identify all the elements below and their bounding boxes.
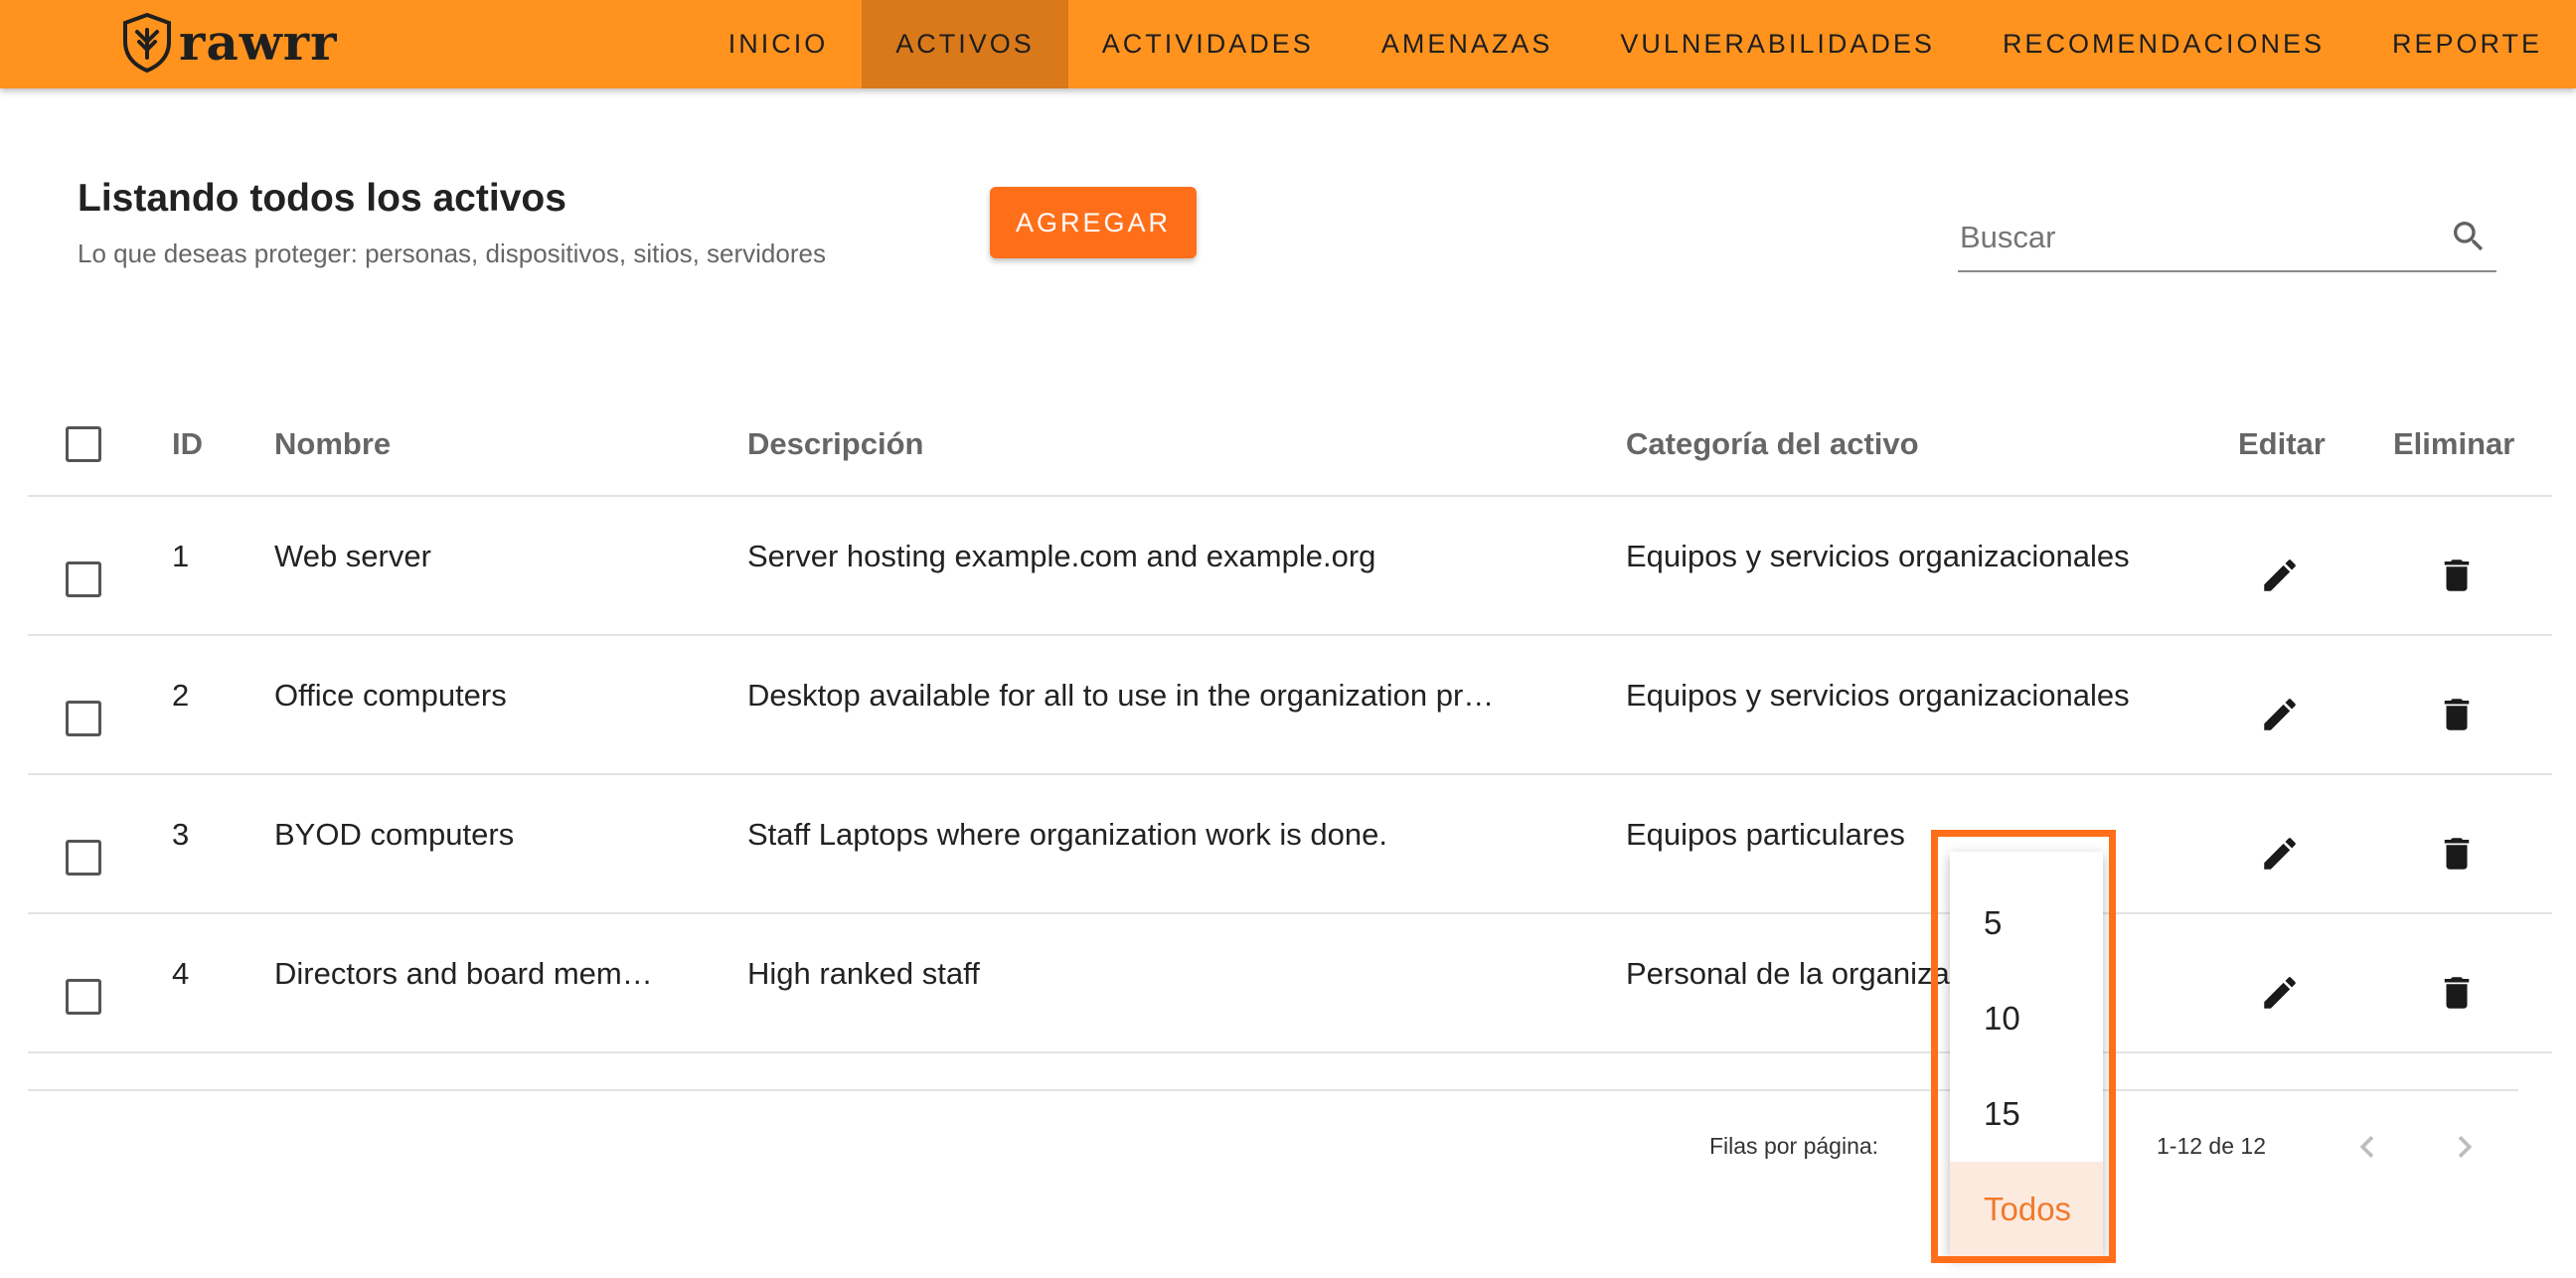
rows-per-page-label: Filas por página:	[1709, 1133, 1879, 1159]
edit-button[interactable]	[2250, 824, 2310, 883]
nav-item-actividades[interactable]: ACTIVIDADES	[1068, 0, 1348, 88]
select-all-cell	[66, 394, 105, 495]
menu-highlight-outline	[1931, 830, 2116, 1263]
footer-divider	[28, 1089, 2518, 1091]
row-name: BYOD computers	[274, 817, 515, 852]
search-icon[interactable]	[2449, 217, 2489, 256]
app-bar: rawrr INICIO ACTIVOS ACTIVIDADES AMENAZA…	[0, 0, 2576, 88]
delete-button[interactable]	[2427, 546, 2487, 605]
row-description: Desktop available for all to use in the …	[747, 678, 1495, 713]
row-name: Web server	[274, 539, 431, 573]
header-description[interactable]: Descripción	[747, 394, 923, 495]
row-category: Personal de la organiza	[1626, 956, 1950, 991]
row-description: High ranked staff	[747, 956, 980, 991]
page-title: Listando todos los activos	[78, 177, 566, 220]
row-description: Staff Laptops where organization work is…	[747, 817, 1387, 852]
row-id: 2	[172, 678, 190, 713]
trash-icon	[2444, 699, 2470, 730]
page-subtitle: Lo que deseas proteger: personas, dispos…	[78, 239, 826, 268]
header-category[interactable]: Categoría del activo	[1626, 394, 1919, 495]
edit-button[interactable]	[2250, 963, 2310, 1023]
trash-icon	[2444, 559, 2470, 591]
row-select-cell	[66, 775, 105, 926]
shield-logo-icon	[123, 12, 171, 74]
nav-item-amenazas[interactable]: AMENAZAS	[1348, 0, 1587, 88]
assets-table: ID Nombre Descripción Categoría del acti…	[28, 394, 2552, 1053]
nav-item-inicio[interactable]: INICIO	[695, 0, 863, 88]
delete-button[interactable]	[2427, 685, 2487, 744]
delete-cell	[2427, 636, 2487, 783]
row-select-cell	[66, 497, 105, 648]
pencil-icon	[2264, 977, 2296, 1009]
table-header-row: ID Nombre Descripción Categoría del acti…	[28, 394, 2552, 497]
row-id: 4	[172, 956, 190, 991]
header-id[interactable]: ID	[172, 394, 203, 495]
delete-cell	[2427, 497, 2487, 644]
chevron-right-icon[interactable]	[2443, 1125, 2487, 1169]
table-row: 1 Web server Server hosting example.com …	[28, 497, 2552, 636]
app-logo[interactable]: rawrr	[121, 10, 337, 76]
table-row: 4 Directors and board mem… High ranked s…	[28, 914, 2552, 1053]
trash-icon	[2444, 977, 2470, 1009]
row-name: Office computers	[274, 678, 507, 713]
header-delete: Eliminar	[2393, 426, 2515, 461]
delete-button[interactable]	[2427, 963, 2487, 1023]
row-checkbox[interactable]	[66, 561, 101, 597]
row-category: Equipos y servicios organizacionales	[1626, 678, 2130, 713]
table-row: 3 BYOD computers Staff Laptops where org…	[28, 775, 2552, 914]
row-id: 1	[172, 539, 190, 573]
edit-button[interactable]	[2250, 685, 2310, 744]
page-range-label: 1-12 de 12	[2157, 1133, 2266, 1159]
delete-button[interactable]	[2427, 824, 2487, 883]
edit-cell	[2250, 775, 2310, 922]
app-name: rawrr	[179, 13, 338, 72]
delete-cell	[2427, 914, 2487, 1061]
edit-cell	[2250, 914, 2310, 1061]
nav-item-recomendaciones[interactable]: RECOMENDACIONES	[1969, 0, 2358, 88]
search-field	[1958, 205, 2496, 272]
row-category: Equipos particulares	[1626, 817, 1905, 852]
row-select-cell	[66, 636, 105, 787]
table-row: 2 Office computers Desktop available for…	[28, 636, 2552, 775]
header-edit: Editar	[2238, 426, 2326, 461]
edit-button[interactable]	[2250, 546, 2310, 605]
pencil-icon	[2264, 838, 2296, 870]
edit-cell	[2250, 497, 2310, 644]
row-name: Directors and board mem…	[274, 956, 653, 991]
pencil-icon	[2264, 699, 2296, 730]
delete-cell	[2427, 775, 2487, 922]
row-checkbox[interactable]	[66, 701, 101, 736]
nav-item-reporte[interactable]: REPORTE	[2358, 0, 2576, 88]
nav-item-vulnerabilidades[interactable]: VULNERABILIDADES	[1586, 0, 1969, 88]
edit-cell	[2250, 636, 2310, 783]
row-select-cell	[66, 914, 105, 1065]
pencil-icon	[2264, 559, 2296, 591]
trash-icon	[2444, 838, 2470, 870]
header-name[interactable]: Nombre	[274, 394, 391, 495]
row-checkbox[interactable]	[66, 979, 101, 1015]
search-input[interactable]	[1958, 215, 2429, 260]
row-category: Equipos y servicios organizacionales	[1626, 539, 2130, 573]
row-description: Server hosting example.com and example.o…	[747, 539, 1376, 573]
chevron-left-icon[interactable]	[2345, 1125, 2389, 1169]
nav-item-activos[interactable]: ACTIVOS	[862, 0, 1068, 88]
row-id: 3	[172, 817, 190, 852]
add-button[interactable]: AGREGAR	[990, 187, 1197, 258]
row-checkbox[interactable]	[66, 840, 101, 876]
main-nav: INICIO ACTIVOS ACTIVIDADES AMENAZAS VULN…	[695, 0, 2576, 88]
select-all-checkbox[interactable]	[66, 426, 101, 462]
